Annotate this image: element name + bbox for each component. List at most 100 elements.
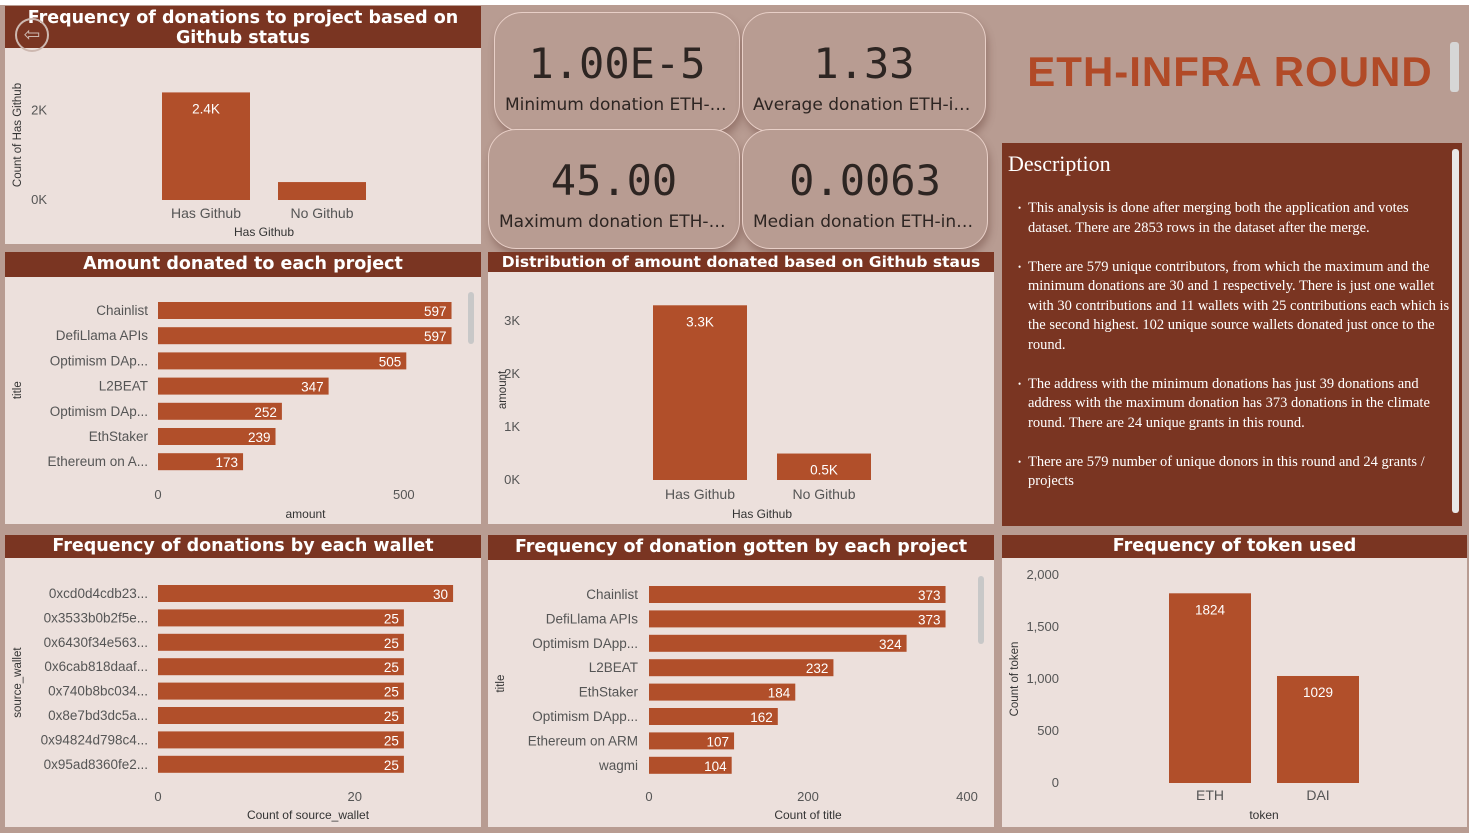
data-label: 25: [384, 636, 399, 651]
description-item: This analysis is done after merging both…: [1018, 199, 1452, 238]
card-avg-donation[interactable]: 1.33 Average donation ETH-infra: [742, 12, 986, 132]
y-tick-label: 1K: [504, 419, 520, 434]
y-tick-label: Ethereum on ARM: [528, 733, 638, 748]
bar: [158, 682, 404, 700]
bar: [158, 658, 404, 676]
y-tick-label: Chainlist: [586, 587, 638, 602]
bar: [1169, 593, 1251, 783]
data-label: 373: [918, 612, 941, 627]
y-tick-label: 0K: [504, 472, 520, 487]
bar: [158, 609, 404, 627]
y-tick-label: 2K: [31, 102, 47, 117]
data-label: 0.5K: [810, 463, 838, 478]
data-label: 597: [424, 304, 447, 319]
panel-github-frequency[interactable]: Frequency of donations to project based …: [5, 6, 481, 244]
x-tick-label: DAI: [1306, 787, 1329, 803]
data-label: 162: [750, 710, 773, 725]
panel-wallet-frequency[interactable]: Frequency of donations by each wallet 0x…: [5, 535, 481, 827]
chart-scrollbar[interactable]: [468, 292, 474, 344]
card-value: 1.33: [813, 39, 915, 88]
data-label: 25: [384, 685, 399, 700]
data-label: 505: [379, 354, 402, 369]
y-tick-label: Ethereum on A...: [47, 454, 148, 469]
card-median-donation[interactable]: 0.0063 Median donation ETH-infra: [742, 129, 988, 249]
y-tick-label: 0x6430f34e563...: [44, 635, 148, 650]
chart-scrollbar[interactable]: [978, 576, 984, 644]
y-tick-label: L2BEAT: [99, 379, 148, 394]
data-label: 1029: [1303, 685, 1333, 700]
data-label: 25: [384, 733, 399, 748]
title-scrollbar[interactable]: [1450, 42, 1459, 92]
y-tick-label: 0: [1052, 775, 1059, 790]
data-label: 25: [384, 758, 399, 773]
description-heading: Description: [1008, 151, 1111, 176]
bar: [158, 633, 404, 651]
data-label: 1824: [1195, 602, 1226, 617]
data-label: 324: [879, 637, 902, 652]
y-tick-label: Chainlist: [96, 303, 148, 318]
data-label: 597: [424, 329, 447, 344]
x-tick-label: No Github: [290, 205, 353, 221]
x-axis-title: Count of source_wallet: [247, 808, 370, 822]
y-axis-title: Count of token: [1009, 642, 1021, 717]
report-canvas: Frequency of donations to project based …: [0, 0, 1469, 833]
x-axis-title: amount: [285, 507, 326, 521]
panel-token-frequency[interactable]: Frequency of token used 0 500 1,000 1,500 2,…: [1002, 535, 1467, 827]
bar: [158, 352, 407, 370]
card-label: Minimum donation ETH-infra: [505, 95, 729, 115]
y-tick-label: Optimism DApp...: [532, 636, 638, 651]
back-arrow-icon[interactable]: ⇦: [15, 18, 49, 52]
y-axis-title: title: [495, 675, 507, 693]
y-tick-label: Optimism DAp...: [50, 353, 148, 368]
data-label: 2.4K: [192, 101, 220, 116]
x-tick-label: Has Github: [171, 205, 241, 221]
description-scrollbar[interactable]: [1452, 149, 1459, 513]
description-panel: Description This analysis is done after …: [1002, 143, 1462, 526]
y-tick-label: 0x8e7bd3dc5a...: [48, 708, 148, 723]
bar: [649, 610, 946, 628]
panel-amount-by-project[interactable]: Amount donated to each project Chainlist…: [5, 252, 481, 524]
card-max-donation[interactable]: 45.00 Maximum donation ETH-infra: [488, 129, 740, 249]
data-label: 239: [248, 430, 271, 445]
y-tick-label: 0K: [31, 192, 47, 207]
round-title: ETH-INFRA ROUND: [1027, 48, 1433, 95]
y-tick-label: 0xcd0d4cdb23...: [49, 586, 148, 601]
card-value: 1.00E-5: [528, 39, 706, 88]
card-value: 0.0063: [789, 156, 941, 205]
x-tick-label: 500: [393, 487, 415, 502]
card-min-donation[interactable]: 1.00E-5 Minimum donation ETH-infra: [494, 12, 740, 132]
bar: [158, 302, 452, 319]
x-tick-label: 0: [645, 789, 652, 804]
bar: [653, 305, 747, 480]
amount-by-github-chart: 0K1K2K3KHas Github3.3KNo Github0.5KHas G…: [497, 305, 871, 521]
y-tick-label: 1,500: [1026, 619, 1059, 634]
description-item: There are 579 unique contributors, from …: [1018, 258, 1452, 356]
x-tick-label: 400: [956, 789, 978, 804]
y-tick-label: L2BEAT: [589, 660, 638, 675]
y-tick-label: wagmi: [598, 758, 638, 773]
x-axis-title: token: [1249, 808, 1278, 822]
y-axis-title: Count of Has Github: [12, 83, 24, 187]
card-label: Average donation ETH-infra: [753, 95, 975, 115]
token-frequency-chart: 0 500 1,000 1,500 2,000 ETH 1824 DAI 1029 token Co…: [1009, 567, 1359, 822]
description-list: This analysis is done after merging both…: [1018, 199, 1452, 511]
data-label: 173: [216, 455, 239, 470]
x-tick-label: No Github: [792, 486, 855, 502]
x-axis-title: Has Github: [732, 507, 792, 521]
bar: [649, 586, 946, 603]
x-tick-label: 200: [797, 789, 819, 804]
x-axis-title: Has Github: [234, 225, 294, 239]
project-frequency-chart: Chainlist 373 DefiLlama APIs 373 Optimism DA…: [495, 586, 978, 822]
y-axis-title: title: [12, 381, 24, 399]
y-tick-label: DefiLlama APIs: [56, 328, 149, 343]
bar: [158, 327, 452, 345]
data-label: 30: [433, 587, 448, 602]
x-tick-label: Has Github: [665, 486, 735, 502]
y-tick-label: Optimism DApp...: [532, 709, 638, 724]
data-label: 104: [704, 759, 727, 774]
y-tick-label: 1,000: [1026, 671, 1059, 686]
y-axis-title: source_wallet: [12, 647, 24, 718]
panel-project-frequency[interactable]: Frequency of donation gotten by each pro…: [488, 535, 994, 827]
panel-amount-by-github[interactable]: Distribution of amount donated based on …: [488, 252, 994, 524]
amount-by-project-chart: Chainlist 597 DefiLlama APIs 597 Optimism DA…: [12, 302, 452, 521]
